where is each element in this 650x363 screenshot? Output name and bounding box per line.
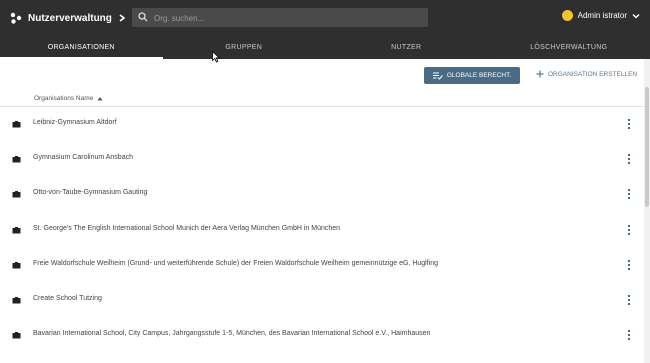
- briefcase-icon: [12, 226, 21, 234]
- avatar: [561, 10, 573, 21]
- more-vert-icon[interactable]: [626, 224, 632, 236]
- user-menu[interactable]: Admin istrator: [561, 10, 640, 21]
- search-icon: [138, 12, 148, 22]
- app-logo-icon: [10, 12, 22, 24]
- table-row[interactable]: Freie Waldorfschule Weilheim (Grund- und…: [0, 248, 644, 283]
- mouse-cursor-icon: [212, 51, 220, 63]
- vertical-scrollbar[interactable]: [644, 59, 650, 363]
- global-rights-label: GLOBALE BERECHT.: [446, 72, 512, 79]
- organisation-name: Freie Waldorfschule Weilheim (Grund- und…: [33, 259, 439, 267]
- more-vert-icon[interactable]: [626, 118, 632, 130]
- column-header-name[interactable]: Organisations Name: [34, 95, 103, 102]
- tab-organisationen[interactable]: ORGANISATIONEN: [0, 36, 163, 59]
- chevron-right-icon: [119, 14, 126, 22]
- table-row[interactable]: Bavarian International School, City Camp…: [0, 318, 644, 353]
- more-vert-icon[interactable]: [626, 294, 632, 306]
- search-box[interactable]: [132, 8, 428, 27]
- tab-nutzer[interactable]: NUTZER: [325, 36, 488, 59]
- more-vert-icon[interactable]: [626, 153, 632, 165]
- table-row[interactable]: Create School Tutzing: [0, 283, 644, 318]
- create-organisation-label: ORGANISATION ERSTELLEN: [548, 70, 638, 78]
- more-vert-icon[interactable]: [626, 188, 632, 200]
- organisation-list: Leibniz-Gymnasium Altdorf Gymnasium Caro…: [0, 107, 644, 353]
- more-vert-icon[interactable]: [626, 259, 632, 271]
- briefcase-icon: [12, 296, 21, 304]
- organisation-name: Leibniz-Gymnasium Altdorf: [33, 119, 117, 126]
- briefcase-icon: [12, 261, 21, 269]
- organisation-name: St. George's The English International S…: [33, 224, 341, 232]
- organisation-name: Otto-von-Taube-Gymnasium Gauting: [33, 189, 148, 197]
- nav-tabs: ORGANISATIONEN GRUPPEN NUTZER LÖSCHVERWA…: [0, 36, 650, 59]
- table-row[interactable]: St. George's The English International S…: [0, 213, 644, 248]
- top-bar: Nutzerverwaltung Admin istrator: [0, 0, 650, 36]
- table-row[interactable]: Leibniz-Gymnasium Altdorf: [0, 107, 644, 142]
- plus-icon: [536, 70, 544, 78]
- table-row[interactable]: Gymnasium Carolinum Ansbach: [0, 142, 644, 177]
- user-name: Admin istrator: [577, 11, 627, 20]
- tab-gruppen[interactable]: GRUPPEN: [163, 36, 326, 59]
- more-vert-icon[interactable]: [626, 329, 632, 341]
- search-input[interactable]: [152, 10, 416, 26]
- briefcase-icon: [12, 332, 21, 339]
- briefcase-icon: [12, 156, 21, 163]
- action-bar: GLOBALE BERECHT. ORGANISATION ERSTELLEN: [0, 59, 650, 89]
- playlist-check-icon: [432, 72, 443, 80]
- organisation-name: Gymnasium Carolinum Ansbach: [33, 154, 133, 162]
- organisation-name: Create School Tutzing: [33, 294, 102, 302]
- scrollbar-thumb[interactable]: [645, 87, 649, 207]
- app-brand[interactable]: Nutzerverwaltung: [10, 10, 126, 26]
- chevron-down-icon: [632, 13, 640, 18]
- tab-loeschverwaltung[interactable]: LÖSCHVERWALTUNG: [488, 36, 650, 59]
- create-organisation-button[interactable]: ORGANISATION ERSTELLEN: [536, 70, 637, 78]
- briefcase-icon: [12, 121, 21, 128]
- sort-ascending-icon: [97, 97, 103, 101]
- table-row[interactable]: Otto-von-Taube-Gymnasium Gauting: [0, 177, 644, 212]
- organisation-name: Bavarian International School, City Camp…: [33, 330, 431, 338]
- column-header-label: Organisations Name: [34, 95, 94, 102]
- app-title: Nutzerverwaltung: [28, 12, 112, 24]
- global-rights-button[interactable]: GLOBALE BERECHT.: [424, 67, 520, 84]
- briefcase-icon: [12, 191, 21, 198]
